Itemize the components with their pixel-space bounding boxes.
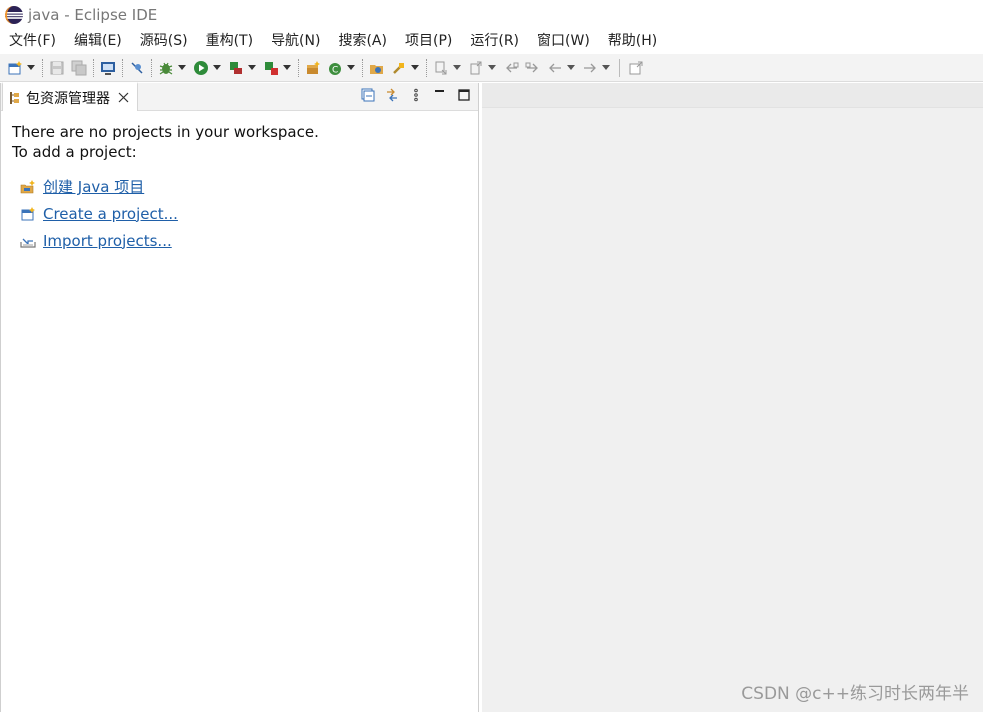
toolbar-separator [151,58,152,77]
link-label[interactable]: Import projects... [43,232,172,250]
coverage-dropdown-icon[interactable] [247,59,257,77]
import-icon [20,238,36,248]
save-all-icon[interactable] [70,59,88,77]
last-edit-location-icon[interactable] [502,59,520,77]
next-annotation-dropdown-icon[interactable] [452,59,462,77]
run-dropdown-icon[interactable] [212,59,222,77]
menu-bar: 文件(F) 编辑(E) 源码(S) 重构(T) 导航(N) 搜索(A) 项目(P… [0,30,983,53]
toolbar-separator [298,58,299,77]
minimize-icon[interactable] [432,87,448,103]
empty-workspace-message: There are no projects in your workspace. [12,123,319,141]
external-tools-icon[interactable] [262,59,280,77]
menu-search[interactable]: 搜索(A) [329,30,396,53]
terminal-icon[interactable] [99,59,117,77]
link-with-editor-icon[interactable] [384,87,400,103]
forward-icon[interactable] [581,59,599,77]
eclipse-logo-icon [5,6,23,24]
toolbar-separator [42,58,43,77]
watermark-text: CSDN @c++练习时长两年半 [741,684,969,704]
coverage-icon[interactable] [227,59,245,77]
add-project-prompt: To add a project: [12,143,137,161]
debug-icon[interactable] [157,59,175,77]
previous-annotation-dropdown-icon[interactable] [487,59,497,77]
project-links: 创建 Java 项目 Create a project... Import pr… [20,173,467,254]
new-java-class-icon[interactable]: C [326,59,344,77]
menu-help[interactable]: 帮助(H) [599,30,666,53]
new-java-project-icon [20,179,35,193]
forward-history-icon[interactable] [524,59,542,77]
open-type-icon[interactable] [368,59,386,77]
collapse-all-icon[interactable] [360,87,376,103]
panel-actions [352,87,472,103]
toolbar-separator [122,58,123,77]
maximize-icon[interactable] [456,87,472,103]
pin-editor-icon[interactable] [627,59,645,77]
new-icon[interactable] [6,59,24,77]
toolbar-separator [362,58,363,77]
panel-header: 包资源管理器 [1,82,478,111]
window-title: java - Eclipse IDE [28,6,158,24]
menu-refactor[interactable]: 重构(T) [197,30,262,53]
run-icon[interactable] [192,59,210,77]
link-create-project[interactable]: Create a project... [20,200,467,227]
link-import-projects[interactable]: Import projects... [20,227,467,254]
main-toolbar: C [0,54,983,82]
view-menu-icon[interactable] [408,87,424,103]
panel-body: There are no projects in your workspace.… [1,111,478,265]
package-explorer-icon [10,91,19,104]
previous-annotation-icon[interactable] [467,59,485,77]
editor-area[interactable] [482,83,983,712]
toolbar-separator [93,58,94,77]
close-icon[interactable] [118,92,129,103]
new-project-icon [21,206,35,220]
new-dropdown-icon[interactable] [26,59,36,77]
menu-source[interactable]: 源码(S) [131,30,197,53]
new-java-package-icon[interactable] [304,59,322,77]
title-bar: java - Eclipse IDE [0,0,983,30]
debug-dropdown-icon[interactable] [177,59,187,77]
menu-project[interactable]: 项目(P) [396,30,461,53]
tab-label: 包资源管理器 [26,90,110,107]
toolbar-separator [619,58,620,77]
link-label[interactable]: 创建 Java 项目 [43,176,144,197]
skip-breakpoints-icon[interactable] [128,59,146,77]
toolbar-separator [426,58,427,77]
svg-text:C: C [332,65,338,75]
package-explorer-panel: 包资源管理器 There are no projects in your wor… [0,82,479,712]
back-icon[interactable] [546,59,564,77]
tab-package-explorer[interactable]: 包资源管理器 [2,82,138,111]
menu-navigate[interactable]: 导航(N) [262,30,329,53]
editor-tab-strip [482,83,983,108]
menu-run[interactable]: 运行(R) [461,30,528,53]
new-java-class-dropdown-icon[interactable] [346,59,356,77]
next-annotation-icon[interactable] [432,59,450,77]
link-label[interactable]: Create a project... [43,205,178,223]
link-create-java-project[interactable]: 创建 Java 项目 [20,173,467,200]
menu-edit[interactable]: 编辑(E) [65,30,131,53]
menu-window[interactable]: 窗口(W) [528,30,599,53]
external-tools-dropdown-icon[interactable] [282,59,292,77]
search-dropdown-icon[interactable] [410,59,420,77]
save-icon[interactable] [48,59,66,77]
menu-file[interactable]: 文件(F) [0,30,65,53]
back-dropdown-icon[interactable] [566,59,576,77]
forward-dropdown-icon[interactable] [601,59,611,77]
search-icon[interactable] [390,59,408,77]
